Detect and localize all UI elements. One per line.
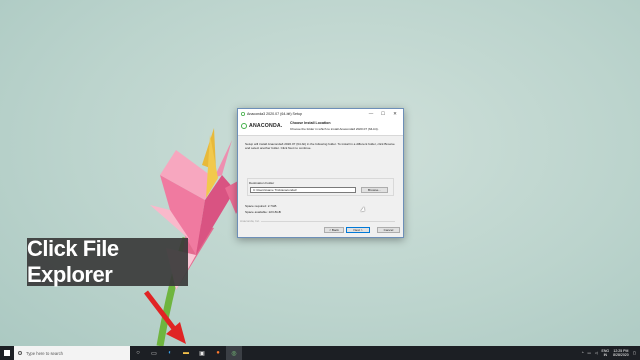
header-title: Choose Install Location — [290, 121, 331, 125]
space-required-text: Space required: 2.7GB — [245, 204, 277, 208]
start-button[interactable] — [0, 346, 14, 360]
lang-region: IN — [603, 353, 608, 357]
dialog-titlebar[interactable]: Anaconda3 2020.07 (64-bit) Setup — ☐ ✕ — [238, 109, 403, 118]
space-available-text: Space available: 223.8GB — [245, 210, 281, 214]
windows-logo-icon — [4, 350, 10, 356]
anaconda-ring-icon — [241, 123, 247, 129]
back-button[interactable]: < Back — [324, 227, 344, 233]
tutorial-caption: Click File Explorer — [27, 236, 188, 287]
desktop: Anaconda3 2020.07 (64-bit) Setup — ☐ ✕ A… — [0, 0, 640, 346]
search-icon — [18, 351, 22, 355]
taskbar-search-box[interactable]: Type here to search — [14, 346, 130, 360]
language-indicator[interactable]: ENG IN — [602, 349, 610, 357]
anaconda-taskbar-icon[interactable]: ◎ — [226, 346, 242, 360]
anaconda-logo: ANACONDA. — [241, 123, 283, 129]
header-subtitle: Choose the folder in which to install An… — [290, 126, 379, 131]
taskbar: Type here to search ○ ▭ ◐ ▬ ▣ ● ◎ ^ ▭ ◁ … — [0, 346, 640, 360]
store-icon[interactable]: ▣ — [194, 346, 210, 360]
brand-footer: Anaconda, Inc. — [240, 219, 262, 223]
notifications-icon[interactable]: ▢ — [633, 351, 636, 355]
minimize-button[interactable]: — — [365, 111, 377, 116]
destination-folder-input[interactable]: C:\Users\Game Trick\anaconda3 — [250, 187, 356, 193]
edge-icon[interactable]: ◐ — [162, 346, 178, 360]
clock-date: 8/28/2020 — [613, 353, 629, 357]
volume-icon[interactable]: ◁ — [595, 351, 598, 355]
anaconda-setup-dialog[interactable]: Anaconda3 2020.07 (64-bit) Setup — ☐ ✕ A… — [237, 108, 404, 238]
browse-button[interactable]: Browse... — [361, 187, 388, 193]
instructions-text: Setup will install Anaconda3 2020.07 (64… — [245, 142, 395, 151]
logo-text: ANACONDA. — [249, 123, 283, 129]
dialog-header: ANACONDA. Choose Install Location Choose… — [238, 118, 403, 136]
tray-chevron-icon[interactable]: ^ — [582, 351, 584, 355]
dialog-title: Anaconda3 2020.07 (64-bit) Setup — [247, 111, 302, 116]
footer-divider — [245, 221, 395, 222]
system-tray: ^ ▭ ◁ ENG IN 12:25 PM 8/28/2020 ▢ — [582, 346, 636, 360]
network-icon[interactable]: ▭ — [588, 351, 591, 355]
cancel-button[interactable]: Cancel — [377, 227, 400, 233]
file-explorer-icon[interactable]: ▬ — [178, 346, 194, 360]
cortana-icon[interactable]: ○ — [130, 346, 146, 360]
firefox-icon[interactable]: ● — [210, 346, 226, 360]
clock[interactable]: 12:25 PM 8/28/2020 — [613, 349, 629, 357]
maximize-button[interactable]: ☐ — [377, 111, 389, 117]
anaconda-app-icon — [241, 111, 245, 116]
task-view-icon[interactable]: ▭ — [146, 346, 162, 360]
next-button[interactable]: Next > — [346, 227, 370, 233]
close-button[interactable]: ✕ — [389, 111, 401, 117]
destination-label: Destination Folder — [249, 181, 275, 185]
search-placeholder: Type here to search — [26, 350, 64, 356]
